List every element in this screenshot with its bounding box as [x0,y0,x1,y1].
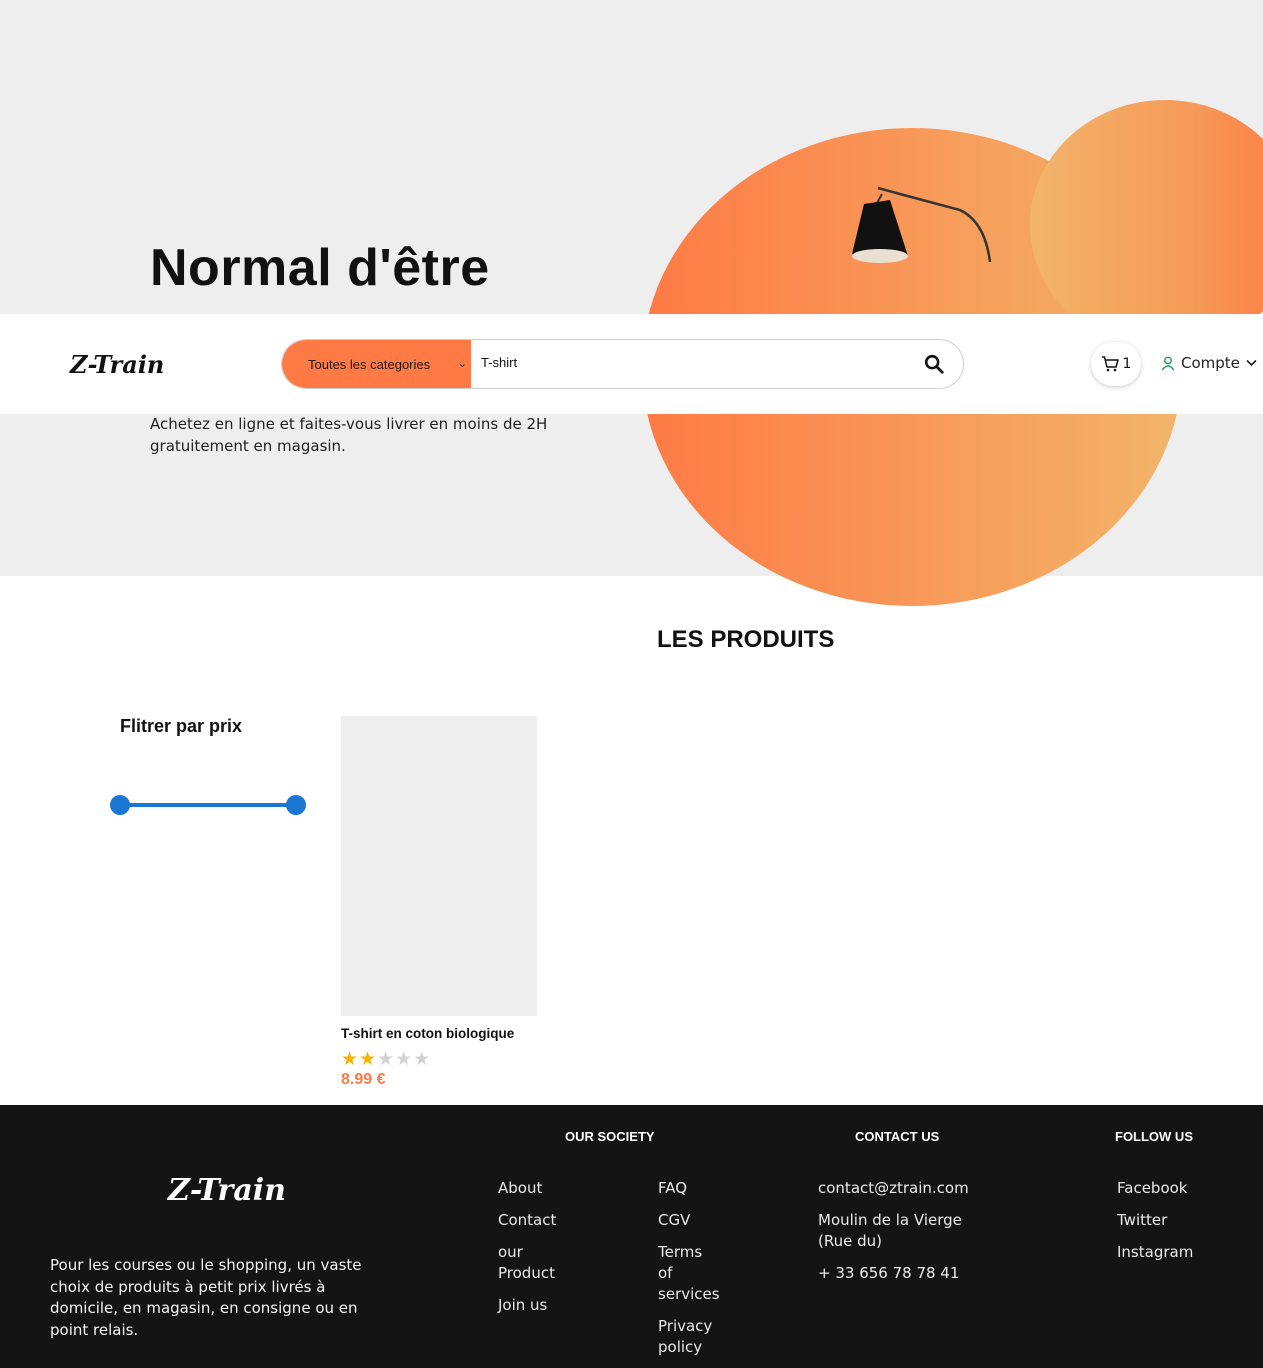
cart-icon [1101,356,1119,372]
account-label: Compte [1181,354,1240,372]
chevron-down-icon: ⌄ [457,358,467,370]
slider-min-thumb[interactable] [110,795,130,815]
star-icon: ★ [341,1048,359,1070]
search-bar: Toutes les categories ⌄ [281,339,964,389]
footer-link-facebook[interactable]: Facebook [1117,1178,1237,1199]
chevron-down-icon [1246,359,1257,367]
price-range-slider[interactable] [110,794,306,816]
star-icon: ★ [359,1048,377,1070]
product-price: 8.99 € [341,1071,386,1088]
footer-heading-society: OUR SOCIETY [565,1129,655,1144]
footer-society-links-1: About Contact our Product Join us [498,1178,578,1327]
footer-link-about[interactable]: About [498,1178,578,1199]
slider-max-thumb[interactable] [286,795,306,815]
footer-heading-follow: FOLLOW US [1115,1129,1193,1144]
product-card[interactable]: T-shirt en coton biologique ★ ★ ★ ★ ★ 8.… [341,716,537,1089]
footer-link-our-product[interactable]: our Product [498,1242,578,1284]
product-name[interactable]: T-shirt en coton biologique [341,1026,537,1041]
footer-social-list: Facebook Twitter Instagram [1117,1178,1237,1274]
product-image[interactable] [341,716,537,1016]
star-icon: ★ [377,1048,395,1070]
hero-subtitle: Achetez en ligne et faites-vous livrer e… [150,415,548,455]
account-menu[interactable]: Compte [1161,354,1257,372]
category-select-label: Toutes les categories [308,356,431,372]
footer-link-twitter[interactable]: Twitter [1117,1210,1237,1231]
footer-link-faq[interactable]: FAQ [658,1178,718,1199]
footer-society-links-2: FAQ CGV Terms of services Privacy policy [658,1178,720,1368]
search-icon[interactable] [923,353,945,375]
cart-button[interactable]: 1 [1091,342,1141,386]
footer-contact-phone[interactable]: + 33 656 78 78 41 [818,1263,968,1284]
product-rating: ★ ★ ★ ★ ★ [341,1049,537,1069]
footer-logo[interactable]: Z-Train [168,1173,286,1208]
footer-contact-address: Moulin de la Vierge (Rue du) [818,1211,962,1250]
star-icon: ★ [395,1048,413,1070]
hero-title: Normal d'être [150,239,490,297]
footer-description: Pour les courses ou le shopping, un vast… [50,1256,362,1339]
price-filter-title: Flitrer par prix [120,716,243,736]
slider-track [120,803,296,807]
footer-link-join-us[interactable]: Join us [498,1295,578,1316]
hero-banner: Normal d'être Achetez en ligne et faites… [0,0,1263,576]
lamp-image [852,186,992,263]
footer-heading-contact: CONTACT US [855,1129,940,1144]
user-icon [1161,356,1175,370]
footer-link-instagram[interactable]: Instagram [1117,1242,1237,1263]
footer-link-contact[interactable]: Contact [498,1210,578,1231]
category-select[interactable]: Toutes les categories ⌄ [282,340,471,388]
cart-count: 1 [1122,356,1132,372]
site-footer: Z-Train Pour les courses ou le shopping,… [0,1105,1263,1368]
site-logo[interactable]: Z-Train [70,350,164,379]
footer-contact-list: contact@ztrain.com Moulin de la Vierge (… [818,1178,969,1295]
footer-link-cgv[interactable]: CGV [658,1210,718,1231]
footer-link-privacy[interactable]: Privacy policy [658,1316,718,1358]
site-header: Z-Train Toutes les categories ⌄ 1 Compte [0,314,1263,414]
star-icon: ★ [413,1048,431,1070]
footer-contact-email[interactable]: contact@ztrain.com [818,1178,969,1199]
search-input[interactable] [481,355,881,370]
products-title: LES PRODUITS [657,626,835,653]
footer-link-terms[interactable]: Terms of services [658,1242,720,1305]
